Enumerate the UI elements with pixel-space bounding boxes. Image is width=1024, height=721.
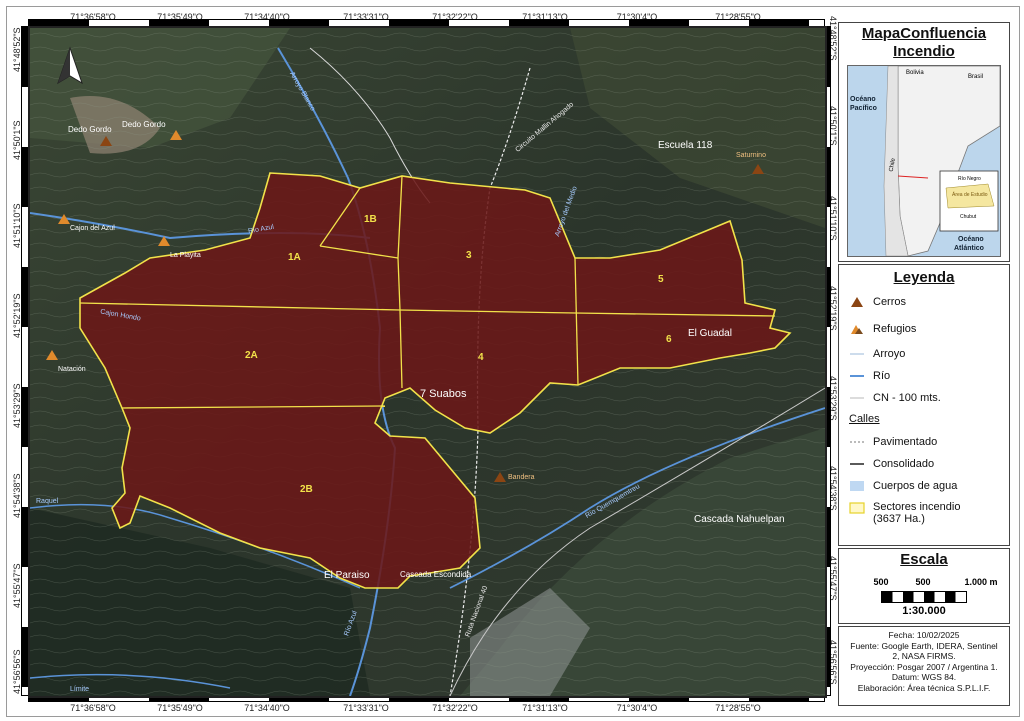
lon-label: 71°34'40"O (244, 703, 290, 713)
waterway-label: Raquel (36, 498, 59, 505)
legend-item-cuerpos: Cuerpos de agua (849, 479, 957, 493)
sector-label: 2B (300, 484, 313, 495)
consolidated-road-icon (850, 463, 864, 465)
legend-label: Cuerpos de agua (873, 480, 958, 492)
legend-item-cerros: Cerros (849, 295, 906, 309)
info-fecha: Fecha: 10/02/2025 (888, 630, 960, 640)
lon-label: 71°33'31"O (343, 703, 389, 713)
place-label: Bandera (508, 474, 535, 481)
scale-ratio: 1:30.000 (902, 605, 946, 617)
place-label: Natación (58, 366, 86, 373)
legend-label: Consolidado (873, 458, 935, 470)
inset-label: Río Negro (958, 176, 981, 182)
place-label: El Guadal (688, 328, 732, 339)
legend-label: Sectores incendio (873, 501, 961, 513)
rio-line-icon (850, 375, 864, 377)
place-label: Cascada Nahuelpan (694, 514, 785, 525)
legend-label: (3637 Ha.) (873, 513, 925, 525)
info-fuente: 2, NASA FIRMS. (892, 651, 956, 661)
inset-label: Brasil (968, 74, 984, 80)
legend-subheading-calles: Calles (849, 413, 880, 425)
inset-canvas (883, 66, 1000, 256)
sector-label: 6 (666, 334, 672, 345)
legend-title: Leyenda (893, 269, 955, 286)
sector-label: 7 Suabos (420, 388, 467, 400)
legend-item-sectores: Sectores incendio (3637 Ha.) (849, 501, 960, 525)
water-body-icon (850, 481, 864, 491)
legend-label: Refugios (873, 323, 917, 335)
sector-label: 2A (245, 350, 258, 361)
scale-bar (881, 591, 967, 603)
info-panel: Fecha: 10/02/2025 Fuente: Google Earth, … (838, 626, 1010, 706)
inset-label: Pacífico (850, 105, 877, 112)
map-title: MapaConfluencia Incendio (839, 25, 1009, 61)
legend-label: Arroyo (873, 348, 906, 360)
map-title-line: Incendio (893, 43, 955, 60)
sector-label: 5 (658, 274, 664, 285)
place-label: El Paraiso (324, 570, 370, 581)
legend-item-cn: CN - 100 mts. (849, 391, 941, 405)
sector-label: 4 (478, 352, 484, 363)
legend-item-pavimentado: Pavimentado (849, 435, 937, 449)
place-label: La Playita (170, 252, 201, 259)
contour-line-icon (850, 397, 864, 399)
legend-label-group: Sectores incendio (3637 Ha.) (873, 501, 960, 525)
sector-label: 1B (364, 214, 377, 225)
inset-label: Área de Estudio (952, 192, 988, 198)
map-title-line: MapaConfluencia (861, 25, 987, 42)
legend-label: Río (873, 370, 891, 382)
place-label: Escuela 118 (658, 140, 713, 151)
lon-label: 71°32'22"O (432, 703, 478, 713)
sector-label: 3 (466, 250, 472, 261)
inset-label: Océano (958, 236, 984, 243)
place-label: Dedo Gordo (122, 120, 166, 129)
info-elaboracion: Elaboración: Área técnica S.P.L.I.F. (857, 682, 991, 693)
legend-item-rio: Río (849, 369, 890, 383)
scale-panel: Escala 500 500 1.000 m 1:30.000 (838, 548, 1010, 624)
legend-item-consolidado: Consolidado (849, 457, 934, 471)
waterway-label: Límite (70, 686, 90, 693)
scale-label: 1.000 m (964, 577, 998, 587)
lon-label: 71°31'13"O (522, 703, 568, 713)
inset-label: Atlántico (954, 245, 984, 252)
info-proyeccion: Proyección: Posgar 2007 / Argentina 1. (850, 661, 998, 672)
paved-road-icon (850, 441, 864, 443)
info-fuente: Fuente: Google Earth, IDERA, Sentinel (850, 640, 998, 651)
lon-label: 71°35'49"O (157, 703, 203, 713)
legend-item-arroyo: Arroyo (849, 347, 905, 361)
info-datum: Datum: WGS 84. (891, 672, 957, 682)
satellite-map[interactable]: 1A 1B 2A 2B 3 4 5 6 7 Suabos Dedo Gordo … (28, 26, 827, 698)
inset-label: Océano (850, 96, 876, 103)
fire-sector-icon (849, 502, 865, 514)
legend-item-refugios: Refugios (849, 322, 916, 336)
inset-label: Bolivia (906, 70, 924, 76)
legend-label: CN - 100 mts. (873, 392, 941, 404)
scale-label: 500 (915, 577, 931, 587)
location-inset-map[interactable]: Bolivia Brasil Océano Pacífico Océano At… (847, 65, 1001, 257)
place-label: Cajon del Azul (70, 225, 115, 232)
scale-label: 500 (873, 577, 889, 587)
arroyo-line-icon (850, 353, 864, 355)
place-label: Cascada Escondida (400, 570, 472, 579)
legend-label: Calles (849, 413, 880, 425)
inset-label: Chubut (960, 214, 977, 220)
legend-panel: Leyenda Cerros Refugios Arroyo Río CN - … (838, 264, 1010, 546)
lon-label: 71°30'4"O (616, 703, 658, 713)
cerro-icon (851, 297, 863, 307)
scale-title: Escala (900, 551, 948, 568)
legend-label: Cerros (873, 296, 907, 308)
legend-label: Pavimentado (873, 436, 938, 448)
place-label: Dedo Gordo (68, 125, 112, 134)
refugio-icon (851, 325, 863, 334)
lon-label: 71°28'55"O (715, 703, 761, 713)
sector-label: 1A (288, 252, 301, 263)
title-panel: MapaConfluencia Incendio Bolivia Brasil … (838, 22, 1010, 262)
place-label: Saturnino (736, 152, 766, 159)
lon-label: 71°36'58"O (70, 703, 116, 713)
